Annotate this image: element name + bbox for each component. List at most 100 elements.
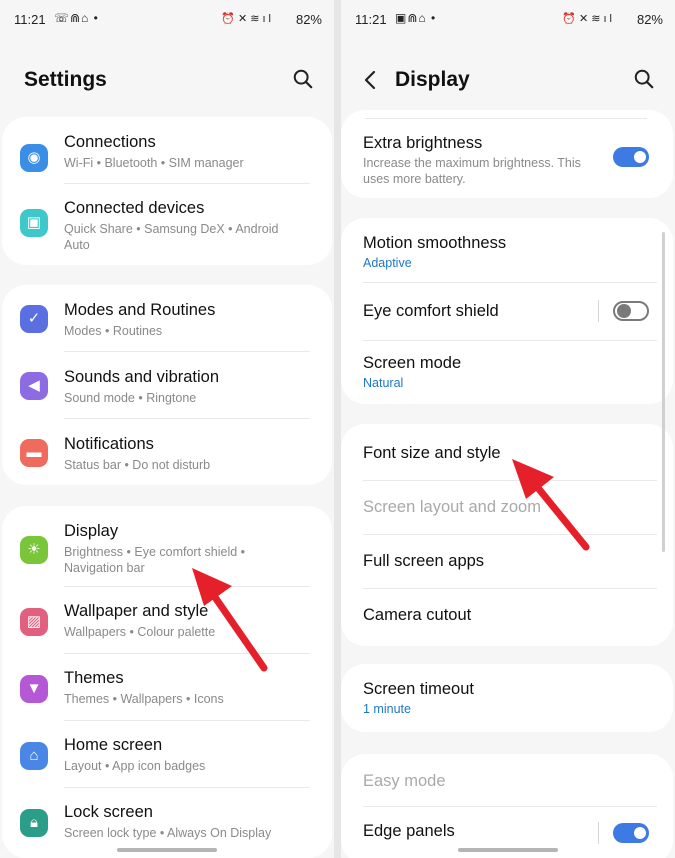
battery-level: 82% — [636, 12, 663, 27]
menu-item-connected-devices[interactable]: ▣ Connected devices Quick Share • Samsun… — [2, 191, 332, 263]
menu-item-label: Connections — [64, 133, 156, 151]
menu-item-label: Connected devices — [64, 199, 205, 217]
divider — [64, 787, 310, 788]
edge-panels-toggle[interactable] — [613, 823, 649, 843]
menu-item-themes[interactable]: ▼ Themes Themes • Wallpapers • Icons — [2, 663, 332, 723]
divider — [64, 418, 310, 419]
menu-item-sub: Sound mode • Ringtone — [64, 391, 197, 405]
battery-level: 82% — [295, 12, 322, 27]
menu-item-connections[interactable]: ◉ Connections Wi-Fi • Bluetooth • SIM ma… — [2, 127, 332, 189]
bell-icon: ▬ — [20, 439, 48, 467]
scrollbar[interactable] — [662, 232, 665, 552]
home-indicator[interactable] — [117, 848, 217, 852]
eye-comfort-toggle[interactable] — [613, 301, 649, 321]
screen-mode-row[interactable]: Screen mode Natural — [341, 348, 673, 400]
extra-brightness-toggle[interactable] — [613, 147, 649, 167]
motion-card: Motion smoothness Adaptive Eye comfort s… — [341, 218, 673, 404]
setting-label: Full screen apps — [363, 552, 485, 570]
menu-item-sub: Screen lock type • Always On Display — [64, 826, 272, 840]
menu-item-sub: Themes • Wallpapers • Icons — [64, 692, 224, 706]
modes-card: ✓ Modes and Routines Modes • Routines ◀ … — [2, 285, 332, 485]
menu-item-sub: Wi-Fi • Bluetooth • SIM manager — [64, 156, 244, 170]
screen-timeout-row[interactable]: Screen timeout 1 minute — [341, 674, 673, 726]
status-bar: 11:21 ▣⋒⌂ • ⏰✕≋ıl 82% — [355, 10, 663, 30]
menu-item-sub: Layout • App icon badges — [64, 759, 206, 773]
setting-value: Natural — [363, 376, 404, 390]
menu-item-sounds[interactable]: ◀ Sounds and vibration Sound mode • Ring… — [2, 360, 332, 420]
menu-item-label: Notifications — [64, 435, 154, 453]
divider — [363, 806, 657, 807]
setting-label: Screen mode — [363, 354, 462, 372]
notification-icons: ▣⋒⌂ • — [395, 11, 437, 25]
eye-comfort-row[interactable]: Eye comfort shield — [341, 288, 673, 338]
menu-item-home-screen[interactable]: ⌂ Home screen Layout • App icon badges — [2, 730, 332, 790]
divider — [363, 340, 657, 341]
divider — [363, 588, 657, 589]
system-status-icons: ⏰✕≋ıl — [562, 13, 615, 25]
setting-label: Edge panels — [363, 822, 455, 840]
home-indicator[interactable] — [458, 848, 558, 852]
theme-icon: ▼ — [20, 675, 48, 703]
menu-item-label: Home screen — [64, 736, 163, 754]
check-circle-icon: ✓ — [20, 305, 48, 333]
display-card: ☀ Display Brightness • Eye comfort shiel… — [2, 506, 332, 858]
divider — [363, 282, 657, 283]
home-icon: ⌂ — [20, 742, 48, 770]
menu-item-label: Modes and Routines — [64, 301, 216, 319]
divider — [64, 183, 310, 184]
divider — [64, 351, 310, 352]
menu-item-label: Lock screen — [64, 803, 153, 821]
setting-value: Adaptive — [363, 256, 412, 270]
setting-value: 1 minute — [363, 702, 411, 716]
setting-sub: Increase the maximum brightness. This us… — [363, 156, 581, 186]
lock-icon: 🔒︎ — [20, 809, 48, 837]
image-icon: ▨ — [20, 608, 48, 636]
status-time: 11:21 — [355, 12, 387, 27]
extra-brightness-row[interactable]: Extra brightness Increase the maximum br… — [341, 130, 673, 194]
setting-label: Camera cutout — [363, 606, 472, 624]
setting-label: Eye comfort shield — [363, 302, 499, 320]
menu-item-notifications[interactable]: ▬ Notifications Status bar • Do not dist… — [2, 427, 332, 485]
menu-item-modes-routines[interactable]: ✓ Modes and Routines Modes • Routines — [2, 293, 332, 353]
divider — [365, 118, 647, 119]
system-status-icons: ⏰✕≋ıl — [221, 13, 274, 25]
menu-item-display[interactable]: ☀ Display Brightness • Eye comfort shiel… — [2, 514, 332, 586]
brightness-card: Extra brightness Increase the maximum br… — [341, 110, 673, 198]
setting-label: Easy mode — [363, 772, 446, 790]
camera-cutout-row[interactable]: Camera cutout — [341, 600, 673, 640]
divider — [64, 720, 310, 721]
menu-item-wallpaper[interactable]: ▨ Wallpaper and style Wallpapers • Colou… — [2, 596, 332, 656]
menu-item-sub: Quick Share • Samsung DeX • Android Auto — [64, 222, 279, 252]
back-arrow-icon[interactable] — [361, 70, 379, 90]
page-title: Display — [395, 68, 470, 91]
annotation-arrow — [192, 568, 268, 672]
page-title: Settings — [24, 68, 107, 91]
menu-item-sub: Modes • Routines — [64, 324, 163, 338]
devices-icon: ▣ — [20, 209, 48, 237]
menu-item-label: Display — [64, 522, 119, 540]
settings-screen: 11:21 ☏⋒⌂ • ⏰✕≋ıl 82% Settings ◉ Connect… — [0, 0, 334, 858]
search-icon[interactable] — [633, 68, 655, 90]
setting-label: Font size and style — [363, 444, 501, 462]
sun-icon: ☀ — [20, 536, 48, 564]
display-screen: 11:21 ▣⋒⌂ • ⏰✕≋ıl 82% Display Extra brig… — [341, 0, 675, 858]
motion-smoothness-row[interactable]: Motion smoothness Adaptive — [341, 230, 673, 276]
search-icon[interactable] — [292, 68, 314, 90]
menu-item-label: Sounds and vibration — [64, 368, 220, 386]
divider-vertical — [598, 300, 599, 322]
setting-label: Screen timeout — [363, 680, 474, 698]
easy-mode-row: Easy mode — [341, 766, 673, 806]
timeout-card: Screen timeout 1 minute — [341, 664, 673, 732]
menu-item-label: Themes — [64, 669, 124, 687]
setting-label: Motion smoothness — [363, 234, 507, 252]
notification-icons: ☏⋒⌂ • — [54, 11, 99, 25]
divider-vertical — [598, 822, 599, 844]
menu-item-sub: Status bar • Do not disturb — [64, 458, 211, 472]
wifi-icon: ◉ — [20, 144, 48, 172]
speaker-icon: ◀ — [20, 372, 48, 400]
easy-card: Easy mode Edge panels — [341, 754, 673, 858]
status-bar: 11:21 ☏⋒⌂ • ⏰✕≋ıl 82% — [14, 10, 322, 30]
connections-card: ◉ Connections Wi-Fi • Bluetooth • SIM ma… — [2, 117, 332, 265]
annotation-arrow — [512, 459, 590, 551]
status-time: 11:21 — [14, 12, 46, 27]
